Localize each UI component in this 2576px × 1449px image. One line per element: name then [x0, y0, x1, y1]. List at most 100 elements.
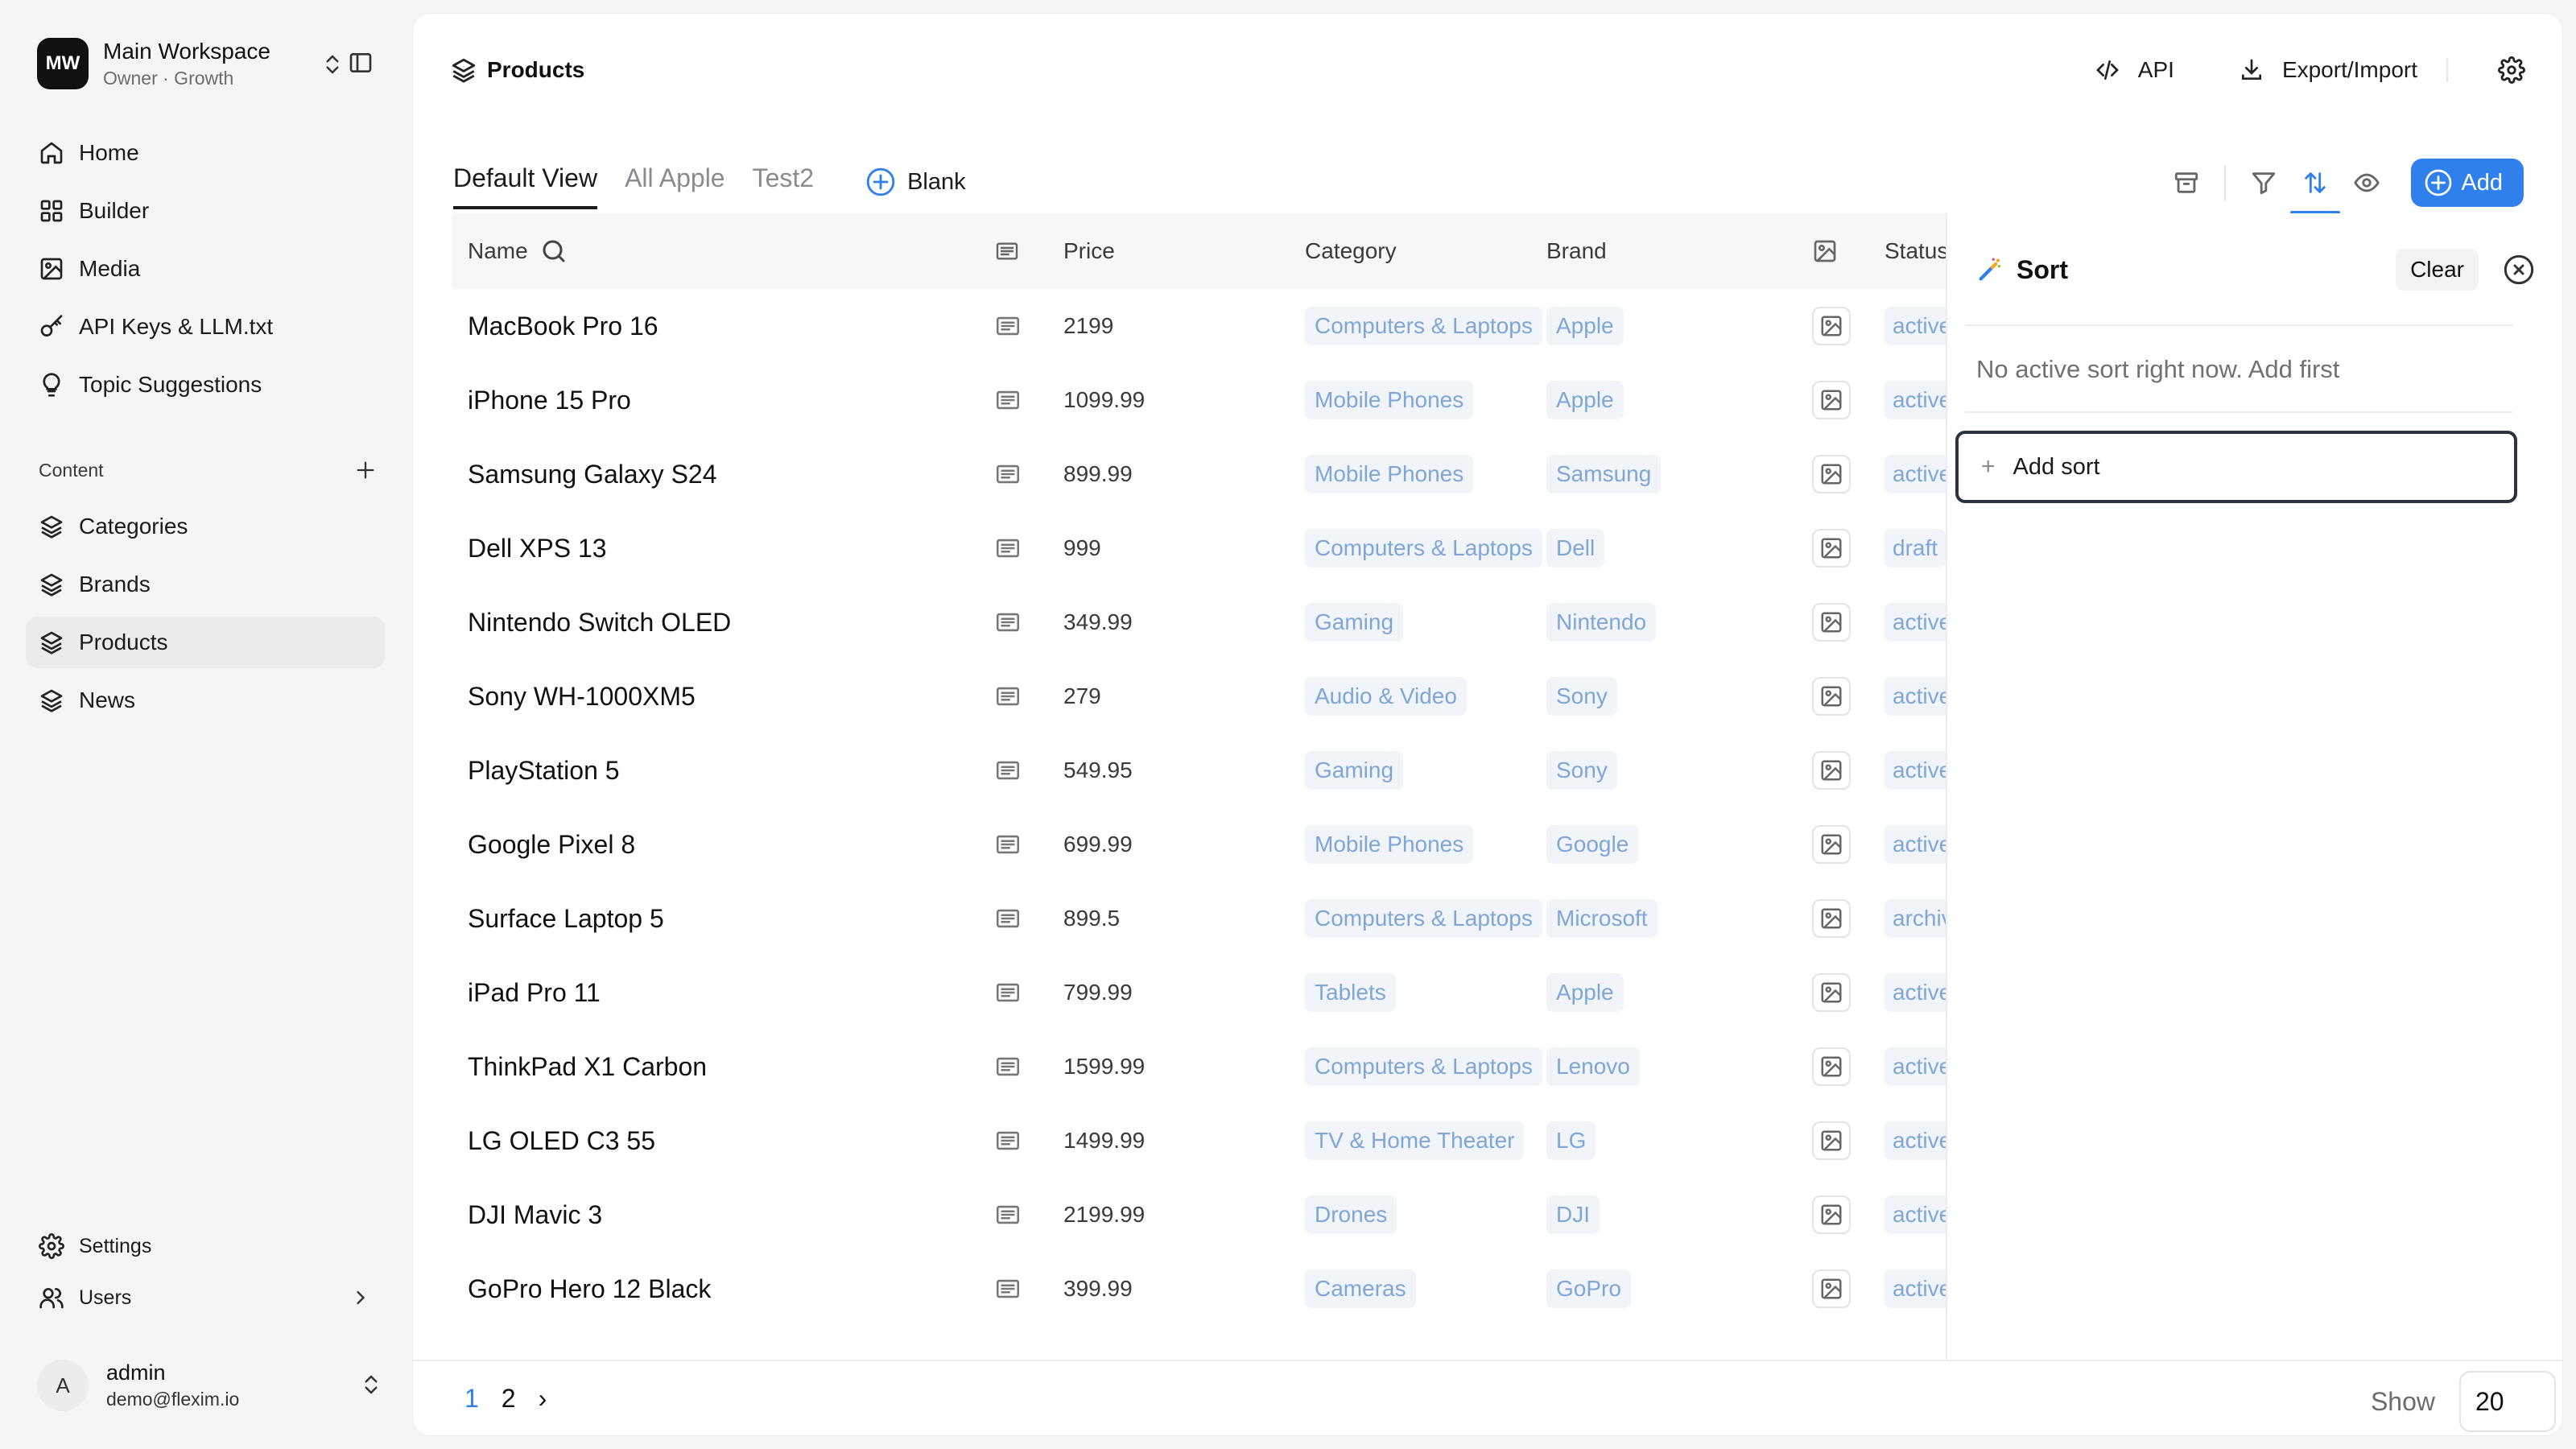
brand-badge[interactable]: GoPro — [1546, 1269, 1631, 1308]
product-name[interactable]: LG OLED C3 55 — [468, 1126, 655, 1156]
table-row[interactable]: MacBook Pro 16 2199 Computers & Laptops App… — [452, 289, 1946, 363]
category-badge[interactable]: Gaming — [1305, 603, 1404, 642]
image-placeholder-icon[interactable] — [1812, 1195, 1851, 1234]
product-name[interactable]: Sony WH-1000XM5 — [468, 682, 696, 712]
column-header-category[interactable]: Category — [1305, 238, 1397, 264]
brand-badge[interactable]: Sony — [1546, 751, 1617, 790]
eye-icon[interactable] — [2353, 169, 2380, 196]
add-collection-icon[interactable] — [354, 459, 377, 481]
brand-badge[interactable]: Dell — [1546, 529, 1605, 568]
brand-badge[interactable]: Microsoft — [1546, 899, 1657, 938]
table-row[interactable]: DJI Mavic 3 2199.99 Drones DJI active — [452, 1178, 1946, 1252]
brand-badge[interactable]: Apple — [1546, 381, 1624, 419]
table-row[interactable]: GoPro Hero 12 Black 399.99 Cameras GoPro act… — [452, 1252, 1946, 1326]
category-badge[interactable]: Drones — [1305, 1195, 1397, 1234]
nav-item-media[interactable]: Media — [26, 243, 385, 295]
workspace-switcher[interactable]: MW Main Workspace Owner · Growth — [37, 37, 383, 90]
category-badge[interactable]: Gaming — [1305, 751, 1404, 790]
category-badge[interactable]: Mobile Phones — [1305, 825, 1474, 864]
category-badge[interactable]: Computers & Laptops — [1305, 899, 1542, 938]
product-name[interactable]: Google Pixel 8 — [468, 830, 635, 860]
table-row[interactable]: Dell XPS 13 999 Computers & Laptops Dell dra… — [452, 511, 1946, 585]
category-badge[interactable]: Mobile Phones — [1305, 381, 1474, 419]
page-link-1[interactable]: 1 — [464, 1384, 479, 1414]
image-placeholder-icon[interactable] — [1812, 603, 1851, 642]
nav-item-builder[interactable]: Builder — [26, 185, 385, 237]
search-icon[interactable] — [539, 237, 568, 266]
sort-toggle[interactable] — [2290, 169, 2341, 214]
table-row[interactable]: iPad Pro 11 799.99 Tablets Apple active — [452, 956, 1946, 1030]
brand-badge[interactable]: Google — [1546, 825, 1639, 864]
product-name[interactable]: DJI Mavic 3 — [468, 1200, 602, 1230]
nav-item-settings[interactable]: Settings — [26, 1222, 385, 1270]
gear-icon[interactable] — [2498, 56, 2525, 84]
image-placeholder-icon[interactable] — [1812, 307, 1851, 345]
image-placeholder-icon[interactable] — [1812, 1121, 1851, 1160]
nav-item-api-keys[interactable]: API Keys & LLM.txt — [26, 301, 385, 353]
brand-badge[interactable]: Apple — [1546, 973, 1624, 1012]
image-placeholder-icon[interactable] — [1812, 973, 1851, 1012]
product-name[interactable]: Dell XPS 13 — [468, 534, 607, 564]
table-row[interactable]: PlayStation 5 549.95 Gaming Sony active — [452, 733, 1946, 807]
image-placeholder-icon[interactable] — [1812, 677, 1851, 716]
product-name[interactable]: MacBook Pro 16 — [468, 312, 658, 341]
table-row[interactable]: Google Pixel 8 699.99 Mobile Phones Google a… — [452, 807, 1946, 881]
table-row[interactable]: Samsung Galaxy S24 899.99 Mobile Phones Sam… — [452, 437, 1946, 511]
filter-icon[interactable] — [2250, 169, 2277, 196]
category-badge[interactable]: TV & Home Theater — [1305, 1121, 1525, 1160]
column-header-name[interactable]: Name — [468, 237, 568, 266]
page-size-input[interactable]: 20 — [2459, 1371, 2556, 1432]
close-icon[interactable] — [2503, 254, 2535, 286]
column-header-price[interactable]: Price — [1063, 238, 1115, 264]
image-placeholder-icon[interactable] — [1812, 455, 1851, 493]
nav-item-users[interactable]: Users — [26, 1274, 385, 1322]
page-link-2[interactable]: 2 — [502, 1384, 516, 1414]
table-row[interactable]: Nintendo Switch OLED 349.99 Gaming Nintendo… — [452, 585, 1946, 659]
table-row[interactable]: ThinkPad X1 Carbon 1599.99 Computers & Lap… — [452, 1030, 1946, 1104]
sidebar-toggle-icon[interactable] — [348, 50, 374, 76]
category-badge[interactable]: Computers & Laptops — [1305, 1047, 1542, 1086]
category-badge[interactable]: Mobile Phones — [1305, 455, 1474, 493]
category-badge[interactable]: Tablets — [1305, 973, 1396, 1012]
nav-item-home[interactable]: Home — [26, 127, 385, 179]
add-record-button[interactable]: Add — [2411, 159, 2524, 207]
table-row[interactable]: LG OLED C3 55 1499.99 TV & Home Theater LG a… — [452, 1104, 1946, 1178]
image-placeholder-icon[interactable] — [1812, 751, 1851, 790]
product-name[interactable]: iPhone 15 Pro — [468, 386, 631, 415]
brand-badge[interactable]: Apple — [1546, 307, 1624, 345]
user-menu[interactable]: A admin demo@flexim.io — [37, 1357, 383, 1414]
api-button[interactable]: API — [2095, 57, 2174, 83]
product-name[interactable]: iPad Pro 11 — [468, 978, 601, 1008]
brand-badge[interactable]: Nintendo — [1546, 603, 1657, 642]
image-placeholder-icon[interactable] — [1812, 899, 1851, 938]
brand-badge[interactable]: DJI — [1546, 1195, 1600, 1234]
next-page-button[interactable]: › — [539, 1384, 547, 1414]
image-placeholder-icon[interactable] — [1812, 381, 1851, 419]
image-placeholder-icon[interactable] — [1812, 1269, 1851, 1308]
product-name[interactable]: GoPro Hero 12 Black — [468, 1274, 711, 1304]
nav-item-products[interactable]: Products — [26, 617, 385, 668]
tab-all-apple[interactable]: All Apple — [625, 163, 725, 206]
product-name[interactable]: Nintendo Switch OLED — [468, 608, 731, 638]
column-header-status[interactable]: Status — [1885, 238, 1946, 264]
brand-badge[interactable]: Samsung — [1546, 455, 1662, 493]
column-header-description[interactable] — [994, 238, 1020, 264]
brand-badge[interactable]: Sony — [1546, 677, 1617, 716]
category-badge[interactable]: Computers & Laptops — [1305, 529, 1542, 568]
archive-icon[interactable] — [2173, 169, 2200, 196]
add-sort-button[interactable]: + Add sort — [1955, 431, 2517, 503]
product-name[interactable]: Surface Laptop 5 — [468, 904, 664, 934]
category-badge[interactable]: Cameras — [1305, 1269, 1416, 1308]
clear-sort-button[interactable]: Clear — [2396, 249, 2479, 291]
column-header-brand[interactable]: Brand — [1546, 238, 1607, 264]
product-name[interactable]: ThinkPad X1 Carbon — [468, 1052, 707, 1082]
nav-item-categories[interactable]: Categories — [26, 501, 385, 552]
nav-item-topic-suggestions[interactable]: Topic Suggestions — [26, 359, 385, 411]
table-row[interactable]: Sony WH-1000XM5 279 Audio & Video Sony activ… — [452, 659, 1946, 733]
export-import-button[interactable]: Export/Import — [2239, 57, 2417, 83]
image-placeholder-icon[interactable] — [1812, 825, 1851, 864]
tab-test2[interactable]: Test2 — [753, 163, 814, 206]
image-placeholder-icon[interactable] — [1812, 529, 1851, 568]
nav-item-brands[interactable]: Brands — [26, 559, 385, 610]
image-placeholder-icon[interactable] — [1812, 1047, 1851, 1086]
